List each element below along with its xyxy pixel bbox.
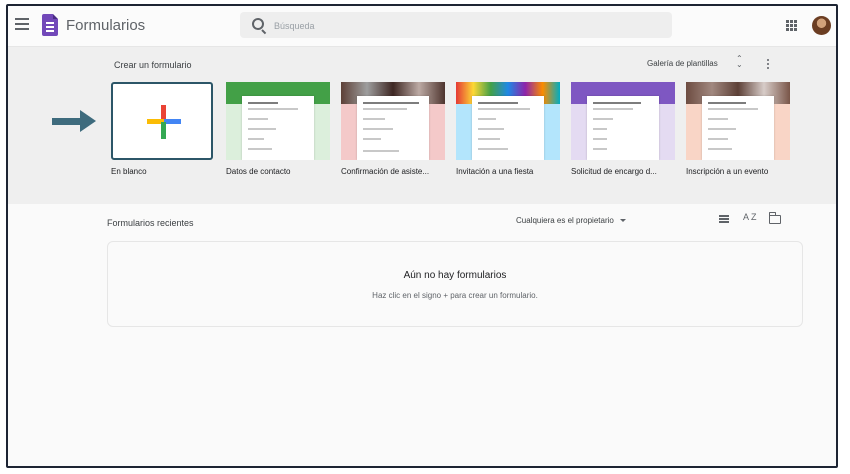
section-title: Crear un formulario xyxy=(114,60,192,70)
owner-filter-label: Cualquiera es el propietario xyxy=(516,216,614,225)
sort-az-icon[interactable]: A Z xyxy=(743,212,757,222)
empty-state-subtitle: Haz clic en el signo + para crear un for… xyxy=(372,291,538,300)
template-thumbnail[interactable] xyxy=(571,82,675,160)
template-event-registration[interactable]: Inscripción a un evento xyxy=(686,82,790,176)
template-thumbnail[interactable] xyxy=(341,82,445,160)
template-thumbnail[interactable] xyxy=(686,82,790,160)
recent-forms-title: Formularios recientes xyxy=(107,218,194,228)
pointer-arrow-icon xyxy=(52,110,100,132)
blank-form-thumbnail[interactable] xyxy=(111,82,213,160)
empty-state-title: Aún no hay formularios xyxy=(403,270,507,281)
template-label: Invitación a una fiesta xyxy=(456,167,534,176)
template-party-invite[interactable]: Invitación a una fiesta xyxy=(456,82,560,176)
template-label: Solicitud de encargo d... xyxy=(571,167,657,176)
list-view-icon[interactable] xyxy=(719,215,729,224)
top-bar: Formularios xyxy=(8,6,836,47)
templates-panel: Crear un formulario Galería de plantilla… xyxy=(8,47,836,204)
template-thumbnail[interactable] xyxy=(226,82,330,160)
folder-icon[interactable] xyxy=(768,212,781,224)
template-gallery-button[interactable]: Galería de plantillas xyxy=(647,59,718,68)
template-label: Confirmación de asiste... xyxy=(341,167,430,176)
plus-icon xyxy=(147,105,181,139)
template-blank[interactable]: En blanco xyxy=(111,82,215,176)
forms-logo-icon[interactable] xyxy=(42,14,58,36)
app-window: Formularios Crear un formulario Galería … xyxy=(6,4,838,468)
template-order-request[interactable]: Solicitud de encargo d... xyxy=(571,82,675,176)
search-input[interactable] xyxy=(272,17,656,35)
template-label: Datos de contacto xyxy=(226,167,291,176)
search-icon[interactable] xyxy=(252,18,264,30)
template-thumbnail[interactable] xyxy=(456,82,560,160)
apps-grid-icon[interactable] xyxy=(786,20,797,31)
avatar[interactable] xyxy=(812,16,831,35)
owner-filter-dropdown[interactable]: Cualquiera es el propietario xyxy=(516,216,626,225)
app-title[interactable]: Formularios xyxy=(66,17,145,34)
template-rsvp[interactable]: Confirmación de asiste... xyxy=(341,82,445,176)
chevron-down-icon xyxy=(619,219,626,223)
template-label: Inscripción a un evento xyxy=(686,167,769,176)
empty-state: Aún no hay formularios Haz clic en el si… xyxy=(107,241,803,327)
template-label: En blanco xyxy=(111,167,147,176)
menu-icon[interactable] xyxy=(15,18,29,30)
expand-collapse-icon[interactable]: ⌃ ⌄ xyxy=(736,55,743,69)
more-options-icon[interactable] xyxy=(767,59,770,71)
search-bar[interactable] xyxy=(240,12,672,38)
template-contact-info[interactable]: Datos de contacto xyxy=(226,82,330,176)
